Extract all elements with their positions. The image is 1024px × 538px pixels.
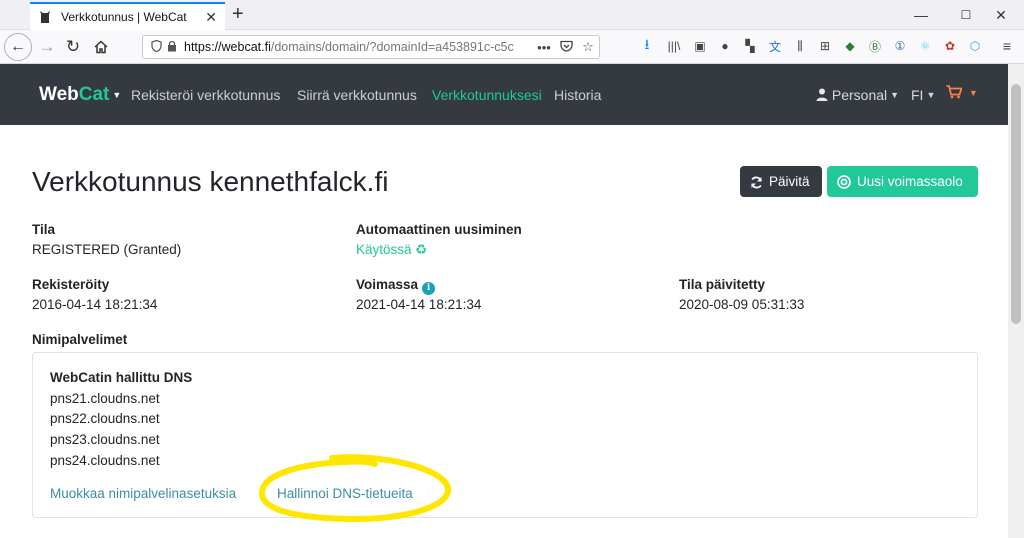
registered-label: Rekisteröity (32, 277, 110, 292)
nav-history[interactable]: Historia (554, 87, 601, 103)
nameservers-label: Nimipalvelimet (32, 332, 128, 347)
status-updated-value: 2020-08-09 05:31:33 (679, 297, 805, 312)
lock-icon[interactable] (167, 40, 177, 55)
autorenew-value: Käytössä ♻ (356, 242, 427, 258)
nameserver-item: pns22.cloudns.net (50, 411, 160, 426)
extension-palette-icon[interactable]: ✿ (941, 38, 959, 54)
user-icon (816, 87, 832, 103)
valid-until-label: Voimassa i (356, 277, 436, 295)
library-icon[interactable]: |||\ (665, 38, 683, 54)
react-devtools-icon[interactable]: ⚛ (916, 38, 934, 54)
chevron-down-icon: ▼ (890, 90, 900, 100)
sidebar-icon[interactable]: ▣ (691, 38, 709, 54)
nav-transfer-domain[interactable]: Siirrä verkkotunnus (297, 87, 417, 103)
status-label: Tila (32, 222, 56, 237)
tab-title: Verkkotunnus | WebCat (61, 10, 187, 24)
chevron-down-icon: ▼ (112, 90, 122, 100)
target-icon (837, 174, 851, 190)
account-icon[interactable]: ● (716, 38, 734, 54)
language-label: FI (911, 87, 924, 103)
extension-green-icon[interactable]: ◆ (841, 38, 859, 54)
page-scrollbar[interactable] (1008, 64, 1024, 538)
home-icon[interactable] (86, 32, 116, 62)
chevron-down-icon: ▼ (926, 90, 936, 100)
url-text[interactable]: https://webcat.fi/domains/domain/?domain… (184, 40, 533, 54)
cart-menu[interactable]: ▼ (946, 85, 978, 101)
manage-dns-records-link[interactable]: Hallinnoi DNS-tietueita (277, 486, 413, 501)
nameserver-item: pns21.cloudns.net (50, 391, 160, 406)
close-tab-icon[interactable]: ✕ (205, 9, 217, 26)
extension-ruler-icon[interactable]: ⫼ (791, 38, 809, 54)
refresh-button-label: Päivitä (769, 174, 810, 189)
new-tab-icon[interactable]: + (232, 4, 244, 24)
downloads-icon[interactable]: ⭳ (638, 36, 656, 54)
menu-hamburger-icon[interactable]: ≡ (998, 38, 1016, 54)
account-menu[interactable]: Personal ▼ (816, 87, 899, 103)
site-navbar: WebCat ▼ Rekisteröi verkkotunnus Siirrä v… (0, 64, 1008, 125)
extension-b-icon[interactable]: Ⓑ (866, 38, 884, 54)
registered-value: 2016-04-14 18:21:34 (32, 297, 158, 312)
brand-main: Web (39, 84, 79, 105)
webcat-favicon-icon (38, 10, 52, 24)
scrollbar-thumb[interactable] (1011, 84, 1021, 324)
reload-icon[interactable]: ↻ (58, 32, 88, 62)
nameservers-card: WebCatin hallittu DNS pns21.cloudns.net … (32, 352, 978, 518)
renew-button[interactable]: Uusi voimassaolo (827, 166, 978, 197)
nav-your-domains[interactable]: Verkkotunnuksesi (432, 87, 542, 103)
autorenew-value-text: Käytössä (356, 242, 412, 257)
webcat-logo[interactable]: WebCat ▼ (39, 84, 121, 106)
nameserver-item: pns24.cloudns.net (50, 453, 160, 468)
refresh-button[interactable]: Päivitä (740, 166, 822, 197)
page-actions-icon[interactable]: ••• (533, 40, 555, 55)
chevron-down-icon: ▼ (968, 88, 978, 98)
account-label: Personal (831, 87, 888, 103)
autorenew-label: Automaattinen uusiminen (356, 222, 522, 237)
close-window-button[interactable]: ✕ (978, 0, 1024, 30)
nameserver-item: pns23.cloudns.net (50, 432, 160, 447)
page-title: Verkkotunnus kennethfalck.fi (32, 166, 389, 197)
browser-navigation-bar: ← → ↻ https://webcat.fi/domains/domain/?… (0, 30, 1024, 64)
nav-register-domain[interactable]: Rekisteröi verkkotunnus (131, 87, 280, 103)
url-path: /domains/domain/?domainId=a453891c-c5c (270, 40, 514, 54)
status-updated-label: Tila päivitetty (679, 277, 766, 292)
minimize-window-button[interactable]: — (898, 0, 944, 30)
translate-icon[interactable]: 文 (766, 38, 784, 54)
browser-tab-bar: Verkkotunnus | WebCat ✕ + — ☐ ✕ (0, 0, 1024, 30)
brand-accent: Cat (78, 84, 110, 105)
url-bar[interactable]: https://webcat.fi/domains/domain/?domain… (142, 35, 600, 59)
info-icon[interactable]: i (422, 282, 436, 295)
extension-icon[interactable]: ⊞ (816, 38, 834, 54)
password-manager-icon[interactable]: ① (891, 38, 909, 54)
status-value: REGISTERED (Granted) (32, 242, 182, 257)
valid-until-value: 2021-04-14 18:21:34 (356, 297, 482, 312)
pocket-icon[interactable] (555, 40, 577, 55)
edit-nameservers-link[interactable]: Muokkaa nimipalvelinasetuksia (50, 486, 236, 501)
renew-button-label: Uusi voimassaolo (857, 174, 963, 189)
url-host: https://webcat.fi (184, 40, 271, 54)
back-arrow-icon[interactable]: ← (4, 33, 32, 61)
valid-label-text: Voimassa (356, 277, 419, 292)
extension-hex-icon[interactable]: ⬡ (966, 38, 984, 54)
cart-icon (946, 85, 966, 101)
refresh-icon (750, 174, 763, 190)
language-menu[interactable]: FI ▼ (911, 87, 935, 103)
browser-tab[interactable]: Verkkotunnus | WebCat ✕ (30, 2, 225, 30)
dns-provider-title: WebCatin hallittu DNS (50, 370, 193, 385)
shield-icon[interactable] (151, 39, 162, 55)
extension-grid-icon[interactable]: ▚ (741, 38, 759, 54)
recycle-icon: ♻ (415, 242, 428, 257)
bookmark-star-icon[interactable]: ☆ (577, 39, 599, 55)
